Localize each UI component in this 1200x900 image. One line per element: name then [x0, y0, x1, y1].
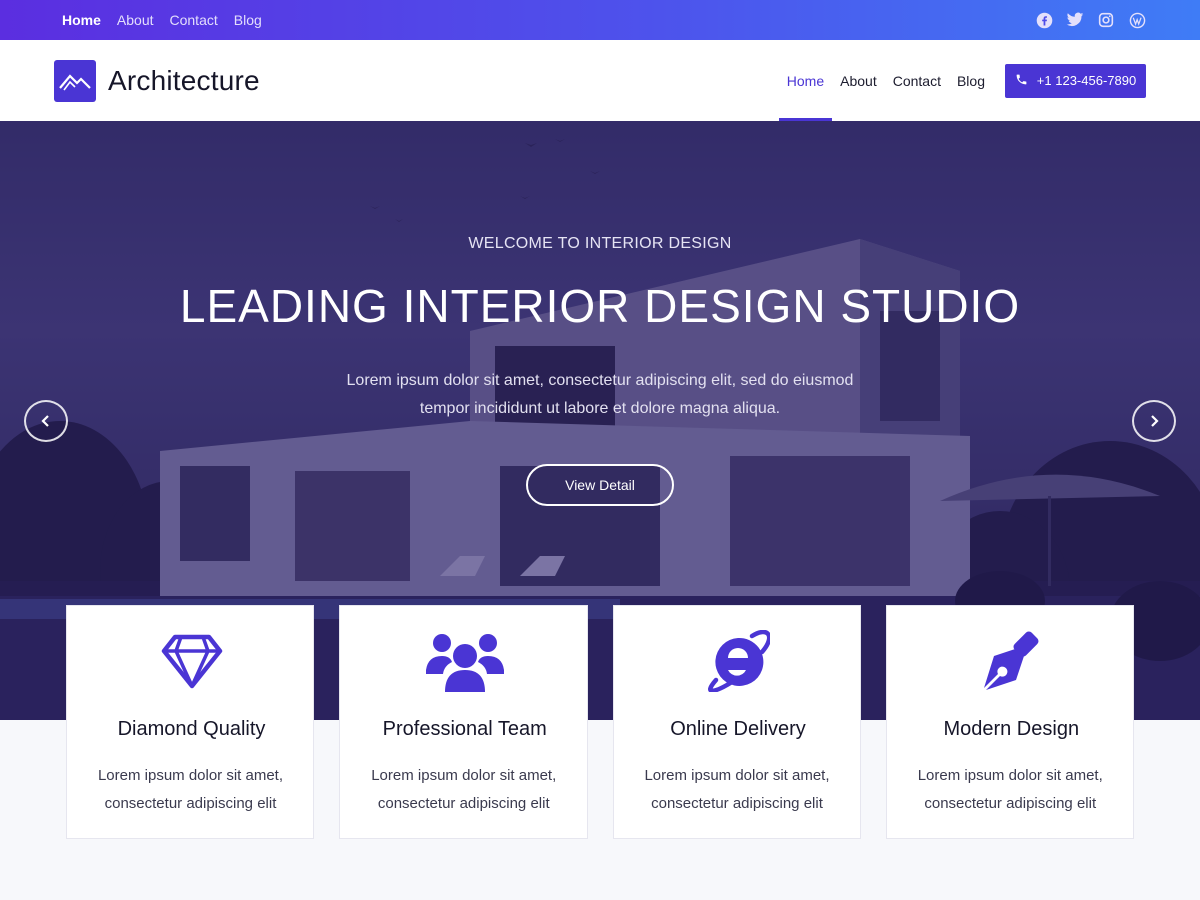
main-nav: Home About Contact Blog +1 123-456-7890 — [778, 40, 1146, 121]
nav-contact[interactable]: Contact — [885, 40, 949, 121]
hero-kicker: WELCOME TO INTERIOR DESIGN — [468, 235, 732, 252]
slider-next-button[interactable] — [1132, 400, 1176, 442]
phone-button[interactable]: +1 123-456-7890 — [1005, 63, 1146, 98]
feature-text: Lorem ipsum dolor sit amet, consectetur … — [644, 767, 830, 812]
feature-card-professional-team: Professional Team Lorem ipsum dolor sit … — [339, 605, 589, 839]
top-nav-about[interactable]: About — [117, 12, 154, 28]
phone-icon — [1015, 73, 1028, 89]
hero-title: LEADING INTERIOR DESIGN STUDIO — [179, 280, 1021, 332]
site-header: Architecture Home About Contact Blog +1 … — [0, 40, 1200, 121]
top-bar: Home About Contact Blog — [0, 0, 1200, 40]
internet-explorer-icon — [614, 628, 863, 694]
top-nav-home[interactable]: Home — [62, 12, 101, 28]
phone-number: +1 123-456-7890 — [1036, 73, 1137, 88]
site-title: Architecture — [108, 64, 260, 96]
feature-title: Modern Design — [943, 718, 1080, 740]
twitter-icon[interactable] — [1066, 11, 1084, 29]
pen-nib-icon — [887, 628, 1136, 694]
feature-text: Lorem ipsum dolor sit amet, consectetur … — [97, 767, 284, 812]
feature-text: Lorem ipsum dolor sit amet, consectetur … — [371, 767, 557, 812]
instagram-icon[interactable] — [1097, 11, 1115, 29]
feature-title: Online Delivery — [670, 718, 806, 740]
nav-about[interactable]: About — [832, 40, 885, 121]
nav-home[interactable]: Home — [778, 40, 833, 121]
view-detail-button[interactable]: View Detail — [526, 464, 674, 506]
brand[interactable]: Architecture — [54, 59, 260, 102]
wordpress-icon[interactable] — [1128, 11, 1146, 29]
nav-blog[interactable]: Blog — [949, 40, 993, 121]
feature-cards: Diamond Quality Lorem ipsum dolor sit am… — [66, 605, 1134, 839]
feature-card-diamond-quality: Diamond Quality Lorem ipsum dolor sit am… — [66, 605, 316, 839]
chevron-left-icon — [41, 415, 49, 427]
team-icon — [340, 628, 589, 694]
top-nav-contact[interactable]: Contact — [170, 12, 218, 28]
diamond-icon — [67, 628, 316, 694]
top-nav: Home About Contact Blog — [62, 12, 262, 28]
feature-title: Professional Team — [382, 718, 547, 740]
slider-prev-button[interactable] — [24, 400, 68, 442]
feature-card-online-delivery: Online Delivery Lorem ipsum dolor sit am… — [612, 605, 863, 839]
feature-card-modern-design: Modern Design Lorem ipsum dolor sit amet… — [885, 605, 1136, 839]
chevron-right-icon — [1151, 415, 1159, 427]
hero-description: Lorem ipsum dolor sit amet, consectetur … — [346, 372, 854, 417]
feature-title: Diamond Quality — [117, 718, 266, 740]
social-links — [1035, 11, 1146, 29]
logo-icon — [54, 59, 96, 102]
top-nav-blog[interactable]: Blog — [234, 12, 262, 28]
facebook-icon[interactable] — [1035, 11, 1053, 29]
feature-text: Lorem ipsum dolor sit amet, consectetur … — [917, 767, 1103, 812]
